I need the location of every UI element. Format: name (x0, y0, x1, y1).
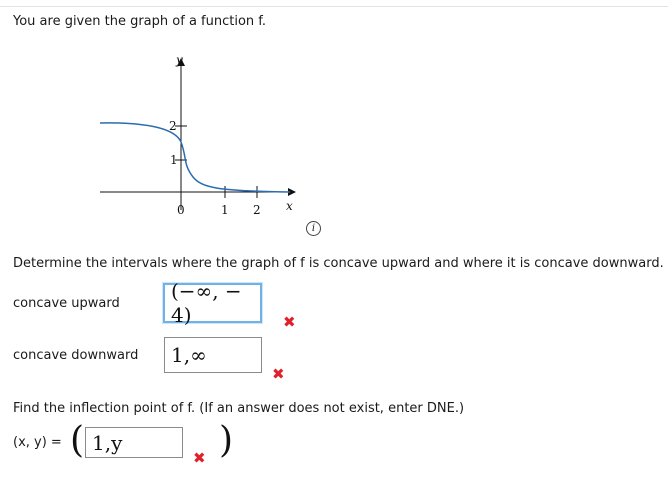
open-paren: ( (70, 420, 85, 461)
incorrect-icon: ✖ (283, 313, 296, 331)
incorrect-icon: ✖ (193, 449, 206, 467)
concave-upward-input[interactable]: (−∞, − 4) (163, 279, 262, 327)
inflection-label: (x, y) = (13, 435, 62, 450)
x-axis-label: x (286, 199, 293, 213)
concave-downward-input[interactable]: 1,∞ (164, 337, 262, 373)
function-graph: y x 2 1 0 1 2 (99, 53, 296, 217)
top-divider (0, 6, 668, 7)
concave-upward-value: (−∞, − 4) (171, 279, 242, 327)
origin-label: 0 (177, 203, 185, 217)
inflection-input[interactable]: 1,y (85, 427, 183, 458)
concave-downward-value: 1,∞ (171, 343, 207, 367)
y-tick-label-1: 1 (170, 153, 178, 167)
function-curve (99, 122, 291, 193)
incorrect-icon: ✖ (272, 365, 285, 383)
x-tick-label-1: 1 (221, 203, 229, 217)
close-paren: ) (219, 420, 234, 461)
concave-downward-label: concave downward (13, 348, 139, 363)
concavity-question: Determine the intervals where the graph … (13, 256, 664, 271)
concave-upward-label: concave upward (13, 296, 120, 311)
inflection-question: Find the inflection point of f. (If an a… (13, 401, 465, 416)
x-tick-label-2: 2 (253, 203, 261, 217)
info-icon[interactable]: i (306, 221, 321, 236)
y-axis-label: y (175, 53, 183, 67)
y-tick-label-2: 2 (169, 119, 177, 133)
problem-intro: You are given the graph of a function f. (13, 14, 267, 29)
inflection-value: 1,y (92, 430, 123, 455)
